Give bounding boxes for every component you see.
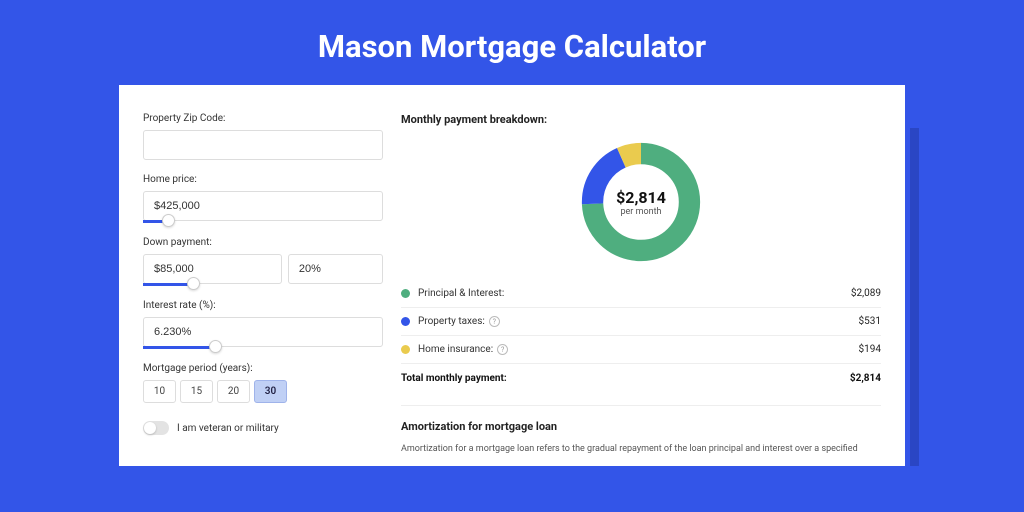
legend-row-insurance: Home insurance: ? $194	[401, 336, 881, 364]
total-row: Total monthly payment: $2,814	[401, 364, 881, 393]
results-panel: Monthly payment breakdown: $2,814 per mo…	[401, 113, 881, 456]
slider-thumb-icon[interactable]	[187, 277, 200, 290]
period-options: 10 15 20 30	[143, 380, 383, 403]
rate-label: Interest rate (%):	[143, 300, 383, 311]
legend-value: $194	[859, 344, 881, 355]
total-label: Total monthly payment:	[401, 373, 850, 384]
amortization-section: Amortization for mortgage loan Amortizat…	[401, 405, 881, 456]
rate-input[interactable]	[143, 317, 383, 347]
period-button-20[interactable]: 20	[217, 380, 250, 403]
price-field: Home price:	[143, 174, 383, 223]
help-icon[interactable]: ?	[497, 344, 508, 355]
inputs-panel: Property Zip Code: Home price: Down paym…	[143, 113, 383, 456]
period-field: Mortgage period (years): 10 15 20 30	[143, 363, 383, 403]
breakdown-heading: Monthly payment breakdown:	[401, 113, 881, 126]
legend-row-principal: Principal & Interest: $2,089	[401, 280, 881, 308]
veteran-row: I am veteran or military	[143, 421, 383, 435]
amortization-heading: Amortization for mortgage loan	[401, 420, 881, 433]
help-icon[interactable]: ?	[489, 316, 500, 327]
period-button-30[interactable]: 30	[254, 380, 287, 403]
donut-sub: per month	[620, 207, 661, 217]
price-label: Home price:	[143, 174, 383, 185]
donut-chart: $2,814 per month	[401, 134, 881, 280]
dot-icon	[401, 317, 410, 326]
legend-value: $531	[859, 316, 881, 327]
legend-label: Principal & Interest:	[418, 288, 851, 299]
down-label: Down payment:	[143, 237, 383, 248]
down-field: Down payment:	[143, 237, 383, 286]
calculator-card: Property Zip Code: Home price: Down paym…	[119, 85, 905, 466]
price-slider[interactable]	[143, 220, 168, 223]
total-value: $2,814	[850, 373, 881, 384]
veteran-label: I am veteran or military	[177, 423, 279, 434]
price-input[interactable]	[143, 191, 383, 221]
donut-amount: $2,814	[616, 188, 666, 207]
dot-icon	[401, 345, 410, 354]
zip-input[interactable]	[143, 130, 383, 160]
veteran-toggle[interactable]	[143, 421, 169, 435]
down-slider[interactable]	[143, 283, 193, 286]
period-button-10[interactable]: 10	[143, 380, 176, 403]
app-frame: Mason Mortgage Calculator Property Zip C…	[114, 0, 910, 466]
legend-label: Property taxes: ?	[418, 316, 859, 327]
rate-field: Interest rate (%):	[143, 300, 383, 349]
legend-label: Home insurance: ?	[418, 344, 859, 355]
slider-thumb-icon[interactable]	[209, 340, 222, 353]
period-button-15[interactable]: 15	[180, 380, 213, 403]
period-label: Mortgage period (years):	[143, 363, 383, 374]
zip-label: Property Zip Code:	[143, 113, 383, 124]
page-title: Mason Mortgage Calculator	[114, 0, 910, 85]
amortization-text: Amortization for a mortgage loan refers …	[401, 443, 881, 456]
legend-row-taxes: Property taxes: ? $531	[401, 308, 881, 336]
legend-value: $2,089	[851, 288, 881, 299]
zip-field: Property Zip Code:	[143, 113, 383, 160]
donut-center: $2,814 per month	[577, 138, 705, 266]
decorative-shadow	[910, 128, 919, 466]
down-amount-input[interactable]	[143, 254, 282, 284]
dot-icon	[401, 289, 410, 298]
rate-slider[interactable]	[143, 346, 215, 349]
slider-thumb-icon[interactable]	[162, 214, 175, 227]
down-percent-input[interactable]	[288, 254, 383, 284]
